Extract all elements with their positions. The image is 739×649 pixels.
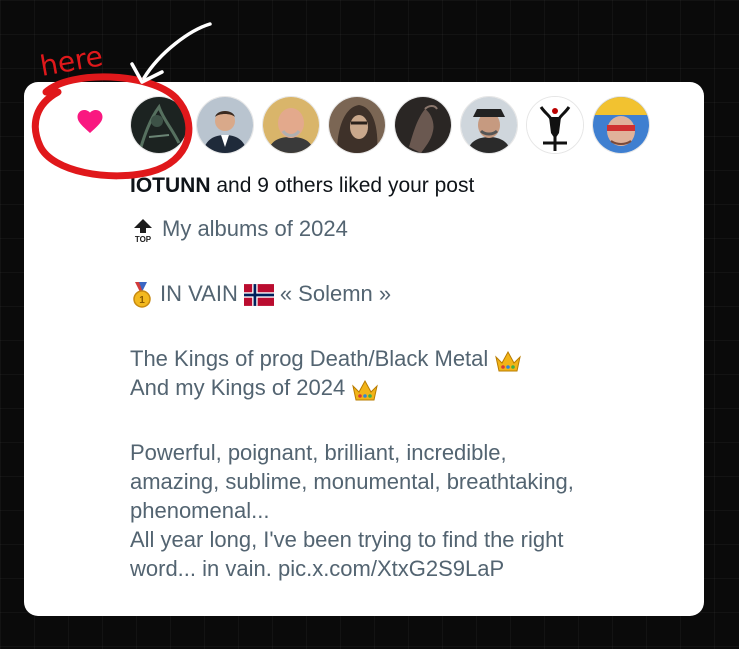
svg-text:1: 1 — [139, 295, 145, 306]
post-award-line: 1 IN VAIN « Solemn » — [130, 279, 690, 309]
post-body-line: amazing, sublime, monumental, breathtaki… — [130, 469, 574, 495]
post-title-line: TOP My albums of 2024 — [130, 214, 690, 243]
post-kings-line-1: The Kings of prog Death/Black Metal — [130, 344, 690, 373]
gold-medal-icon: 1 — [133, 282, 151, 309]
crown-icon — [352, 379, 379, 401]
post-text[interactable]: TOP My albums of 2024 1 IN VAIN « Solemn… — [130, 214, 690, 583]
heart-icon — [77, 110, 103, 133]
post-body-line: word... in vain. pic.x.com/XtxG2S9LaP — [130, 556, 505, 582]
post-body-line: phenomenal... — [130, 498, 270, 524]
crown-icon — [495, 350, 522, 372]
avatar-man-painted-face[interactable] — [592, 96, 650, 154]
top-arrow-icon: TOP — [134, 219, 152, 243]
avatar-baphomet[interactable] — [526, 96, 584, 154]
post-body-line: Powerful, poignant, brilliant, incredibl… — [130, 440, 507, 466]
svg-text:TOP: TOP — [135, 235, 152, 243]
post-kings-line-2: And my Kings of 2024 — [130, 373, 690, 402]
norway-flag-icon — [243, 284, 274, 307]
post-body-line: All year long, I've been trying to find … — [130, 527, 564, 553]
avatar-bald-man[interactable] — [262, 96, 320, 154]
liker-name[interactable]: IOTUNN — [130, 174, 211, 197]
avatar-horse[interactable] — [394, 96, 452, 154]
notification-card[interactable]: IOTUNN and 9 others liked your post TOP … — [24, 82, 704, 616]
avatar-man-suit[interactable] — [196, 96, 254, 154]
avatar-dark-art[interactable] — [130, 96, 188, 154]
avatar-man-hat[interactable] — [460, 96, 518, 154]
avatar-hooded-figure[interactable] — [328, 96, 386, 154]
liked-suffix: and 9 others liked your post — [210, 174, 475, 197]
liked-summary: IOTUNN and 9 others liked your post — [130, 174, 474, 198]
